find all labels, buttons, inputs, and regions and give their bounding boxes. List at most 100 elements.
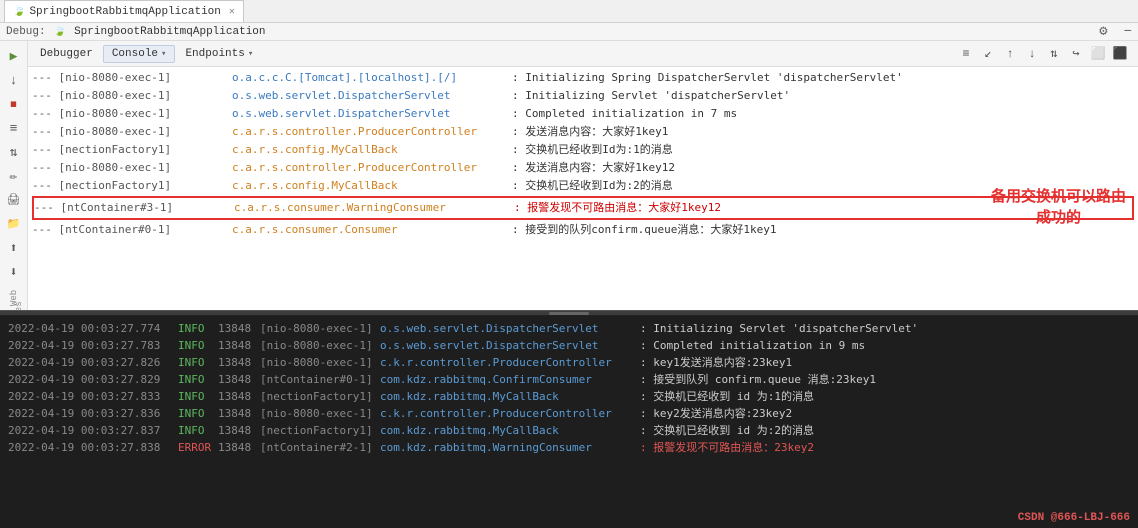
file-btn[interactable]: 📁 (3, 213, 25, 235)
log-class: c.a.r.s.config.MyCallBack (232, 141, 512, 159)
settings-sub-btn[interactable]: ⬛ (1110, 44, 1130, 64)
bl-class: com.kdz.rabbitmq.MyCallBack (380, 388, 640, 405)
bl-level: ERROR (178, 439, 218, 456)
bl-level: INFO (178, 337, 218, 354)
bl-pid: 13848 (218, 439, 260, 456)
log-class: o.s.web.servlet.DispatcherServlet (232, 87, 512, 105)
down-log-btn[interactable]: ↓ (1022, 44, 1042, 64)
app-tab[interactable]: 🍃 SpringbootRabbitmqApplication ✕ (4, 0, 244, 22)
step-over-btn[interactable]: ↓ (3, 69, 25, 91)
bl-pid: 13848 (218, 422, 260, 439)
stop-btn[interactable]: ⏹ (3, 93, 25, 115)
wrap-btn[interactable]: ⇅ (1044, 44, 1064, 64)
csdn-badge: CSDN @666-LBJ-666 (1018, 512, 1130, 524)
log-msg: : 交换机已经收到Id为:2的消息 (512, 177, 673, 195)
log-line: --- [nio-8080-exec-1] o.a.c.c.C.[Tomcat]… (32, 69, 1134, 87)
minimize-icon[interactable]: − (1124, 24, 1132, 40)
debug-app-title: SpringbootRabbitmqApplication (74, 26, 265, 38)
bl-thread: [nectionFactory1] (260, 388, 380, 405)
up-btn[interactable]: ⬆ (3, 237, 25, 259)
warning-log-line: --- [ntContainer#3-1] c.a.r.s.consumer.W… (32, 196, 1134, 220)
bl-thread: [nectionFactory1] (260, 422, 380, 439)
log-prefix: --- [nio-8080-exec-1] (32, 69, 232, 87)
print-btn[interactable]: 🖨 (3, 189, 25, 211)
bl-thread: [ntContainer#2-1] (260, 439, 380, 456)
up-log-btn[interactable]: ↑ (1000, 44, 1020, 64)
bl-msg: : key2发送消息内容:23key2 (640, 405, 792, 422)
settings-gear-icon[interactable]: ⚙ (1099, 23, 1107, 40)
bottom-log-line-7: 2022-04-19 00:03:27.838 ERROR 13848 [ntC… (8, 439, 1130, 456)
bl-pid: 13848 (218, 320, 260, 337)
log-line: --- [ntContainer#0-1] c.a.r.s.consumer.C… (32, 221, 1134, 239)
debug-label: Debug: (6, 26, 46, 38)
bl-pid: 13848 (218, 354, 260, 371)
scroll-end-btn[interactable]: ↙ (978, 44, 998, 64)
bl-level: INFO (178, 422, 218, 439)
down-btn[interactable]: ⬇ (3, 261, 25, 283)
endpoints-tab-arrow: ▾ (248, 49, 253, 59)
debug-spring-icon: 🍃 (54, 26, 66, 38)
bl-level: INFO (178, 371, 218, 388)
log-msg: : 交换机已经收到Id为:1的消息 (512, 141, 673, 159)
bl-time: 2022-04-19 00:03:27.774 (8, 320, 178, 337)
evaluate-btn[interactable]: ✏ (3, 165, 25, 187)
bl-level: INFO (178, 388, 218, 405)
debugger-tab[interactable]: Debugger (32, 46, 101, 62)
log-prefix: --- [nectionFactory1] (32, 141, 232, 159)
bl-time: 2022-04-19 00:03:27.826 (8, 354, 178, 371)
bl-time: 2022-04-19 00:03:27.833 (8, 388, 178, 405)
bl-thread: [nio-8080-exec-1] (260, 354, 380, 371)
debug-header: Debug: 🍃 SpringbootRabbitmqApplication ⚙… (0, 23, 1138, 41)
bl-class: o.s.web.servlet.DispatcherServlet (380, 337, 640, 354)
bl-time: 2022-04-19 00:03:27.838 (8, 439, 178, 456)
bottom-log-line-0: 2022-04-19 00:03:27.774 INFO 13848 [nio-… (8, 320, 1130, 337)
log-line: --- [nectionFactory1] c.a.r.s.config.MyC… (32, 177, 1134, 195)
bl-pid: 13848 (218, 388, 260, 405)
bl-level: INFO (178, 320, 218, 337)
log-class: c.a.r.s.consumer.WarningConsumer (234, 199, 514, 217)
log-msg: : 接受到的队列confirm.queue消息：大家好1key1 (512, 221, 776, 239)
bl-msg: : 报警发现不可路由消息：23key2 (640, 439, 814, 456)
spring-icon: 🍃 (13, 6, 25, 18)
log-line: --- [nectionFactory1] c.a.r.s.config.MyC… (32, 141, 1134, 159)
frames-btn[interactable]: ⇅ (3, 141, 25, 163)
endpoints-tab-label: Endpoints (185, 48, 244, 60)
log-prefix: --- [nio-8080-exec-1] (32, 87, 232, 105)
bl-msg: : Initializing Servlet 'dispatcherServle… (640, 320, 918, 337)
close-tab-icon[interactable]: ✕ (229, 6, 235, 18)
tab-bar: 🍃 SpringbootRabbitmqApplication ✕ (0, 0, 1138, 23)
log-prefix: --- [ntContainer#0-1] (32, 221, 232, 239)
bottom-log-line-3: 2022-04-19 00:03:27.829 INFO 13848 [ntCo… (8, 371, 1130, 388)
log-class: o.a.c.c.C.[Tomcat].[localhost].[/] (232, 69, 512, 87)
tab-label: SpringbootRabbitmqApplication (29, 6, 220, 18)
bl-msg: : 交换机已经收到 id 为:1的消息 (640, 388, 814, 405)
log-msg: : Initializing Servlet 'dispatcherServle… (512, 87, 790, 105)
annotation-box: 备用交换机可以路由 成功的 (991, 187, 1126, 229)
log-class: c.a.r.s.config.MyCallBack (232, 177, 512, 195)
bl-msg: : 接受到队列 confirm.queue 消息:23key1 (640, 371, 876, 388)
log-prefix: --- [nectionFactory1] (32, 177, 232, 195)
log-line: --- [nio-8080-exec-1] c.a.r.s.controller… (32, 159, 1134, 177)
log-msg: : 报警发现不可路由消息：大家好1key12 (514, 199, 721, 217)
bl-time: 2022-04-19 00:03:27.829 (8, 371, 178, 388)
resume-btn[interactable]: ▶ (3, 45, 25, 67)
copy-btn[interactable]: ↪ (1066, 44, 1086, 64)
console-tab[interactable]: Console ▾ (103, 45, 176, 63)
endpoints-tab[interactable]: Endpoints ▾ (177, 46, 261, 62)
clear-btn[interactable]: ⬜ (1088, 44, 1108, 64)
log-prefix: --- [nio-8080-exec-1] (32, 159, 232, 177)
console-tab-label: Console (112, 48, 158, 60)
bl-msg: : Completed initialization in 9 ms (640, 337, 865, 354)
log-class: c.a.r.s.controller.ProducerController (232, 123, 512, 141)
bl-pid: 13848 (218, 371, 260, 388)
log-msg: : Completed initialization in 7 ms (512, 105, 737, 123)
mute-btn[interactable]: ≡ (3, 117, 25, 139)
bl-level: INFO (178, 405, 218, 422)
bl-time: 2022-04-19 00:03:27.837 (8, 422, 178, 439)
filter-btn[interactable]: ≡ (956, 44, 976, 64)
bl-msg: : 交换机已经收到 id 为:2的消息 (640, 422, 814, 439)
log-class: c.a.r.s.controller.ProducerController (232, 159, 512, 177)
bl-class: com.kdz.rabbitmq.ConfirmConsumer (380, 371, 640, 388)
bl-thread: [nio-8080-exec-1] (260, 405, 380, 422)
log-class: c.a.r.s.consumer.Consumer (232, 221, 512, 239)
